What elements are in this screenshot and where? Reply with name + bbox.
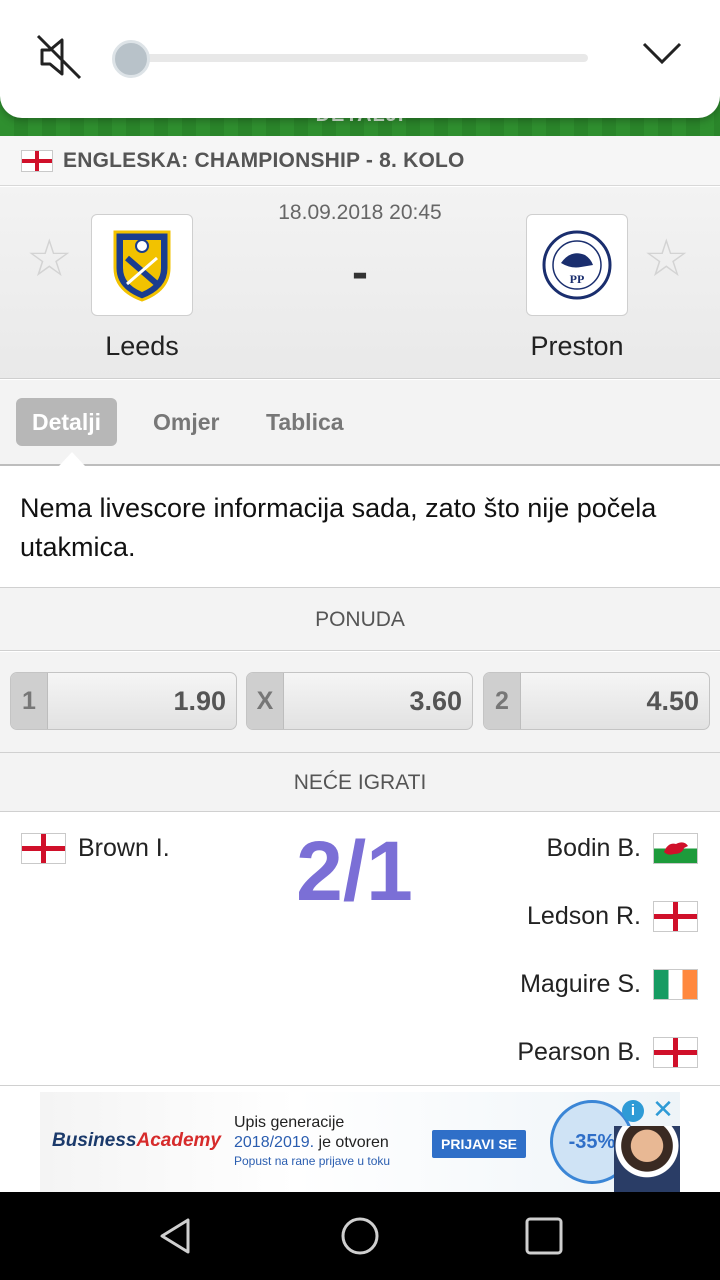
volume-slider-track[interactable] [130,54,588,62]
absent-player-away[interactable]: Ledson R. [527,899,698,933]
odd-value: 4.50 [646,686,699,716]
volume-panel [0,0,720,118]
tab-detalji[interactable]: Detalji [16,398,118,446]
away-team-logo[interactable]: PP [526,214,628,316]
no-livescore-message: Nema livescore informacija sada, zato št… [20,493,657,562]
absent-player-away[interactable]: Maguire S. [520,967,698,1001]
ad-info-icon[interactable]: i [622,1100,644,1122]
england-flag-icon [21,149,53,172]
ad-brand: BusinessAcademy [52,1130,221,1151]
absent-players: 2/1 Brown I. Bodin B. Ledson R. Maguire … [0,813,720,1086]
home-team-name[interactable]: Leeds [42,331,242,362]
ad-subline: 2018/2019. je otvoren [234,1134,389,1151]
odd-label: 1 [11,673,48,729]
match-header: ☆ Leeds 18.09.2018 20:45 - PP Preston ☆ [0,187,720,379]
recent-apps-icon[interactable] [522,1214,566,1258]
ad-close-icon[interactable]: ✕ [650,1096,676,1122]
absent-player-home[interactable]: Brown I. [21,831,170,865]
favorite-away-star-icon[interactable]: ☆ [643,233,690,285]
ireland-flag-icon [653,968,698,1000]
odd-button-draw[interactable]: X 3.60 [246,672,473,730]
svg-text:PP: PP [570,272,585,286]
player-name: Ledson R. [527,901,641,930]
away-team-name[interactable]: Preston [477,331,677,362]
odd-value: 3.60 [409,686,462,716]
volume-slider-thumb[interactable] [112,40,150,78]
ad-headline: Upis generacije [234,1114,345,1131]
back-icon[interactable] [154,1214,198,1258]
wales-flag-icon [653,832,698,864]
ad-note: Popust na rane prijave u toku [234,1154,391,1168]
england-flag-icon [653,900,698,932]
odds-row: 1 1.90 X 3.60 2 4.50 [0,652,720,752]
active-tab-pointer [59,452,85,466]
ad-person-image [614,1126,680,1192]
league-row[interactable]: ENGLESKA: CHAMPIONSHIP - 8. KOLO [0,136,720,186]
player-name: Brown I. [78,833,170,862]
mute-icon[interactable] [34,32,84,82]
ad-cta-button[interactable]: PRIJAVI SE [432,1130,526,1158]
player-name: Pearson B. [517,1037,641,1066]
odd-button-home[interactable]: 1 1.90 [10,672,237,730]
absent-player-away[interactable]: Pearson B. [517,1035,698,1069]
preston-crest-icon: PP [542,230,612,300]
absent-count: 2/1 [296,824,413,918]
chevron-down-icon[interactable] [640,36,684,72]
tabs-bar: Detalji Omjer Tablica [0,380,720,466]
odd-label: 2 [484,673,521,729]
offer-section-title: PONUDA [0,587,720,651]
player-name: Bodin B. [546,833,641,862]
absent-section-title: NEĆE IGRATI [0,752,720,812]
england-flag-icon [653,1036,698,1068]
odd-button-away[interactable]: 2 4.50 [483,672,710,730]
home-icon[interactable] [338,1214,382,1258]
player-name: Maguire S. [520,969,641,998]
tab-tablica[interactable]: Tablica [250,398,360,446]
absent-player-away[interactable]: Bodin B. [546,831,698,865]
league-name: ENGLESKA: CHAMPIONSHIP - 8. KOLO [63,148,465,172]
tab-omjer[interactable]: Omjer [137,398,235,446]
england-flag-icon [21,832,66,864]
odd-value: 1.90 [173,686,226,716]
system-nav-bar [0,1192,720,1280]
ad-banner[interactable]: BusinessAcademy Upis generacije 2018/201… [40,1092,680,1192]
odd-label: X [247,673,284,729]
